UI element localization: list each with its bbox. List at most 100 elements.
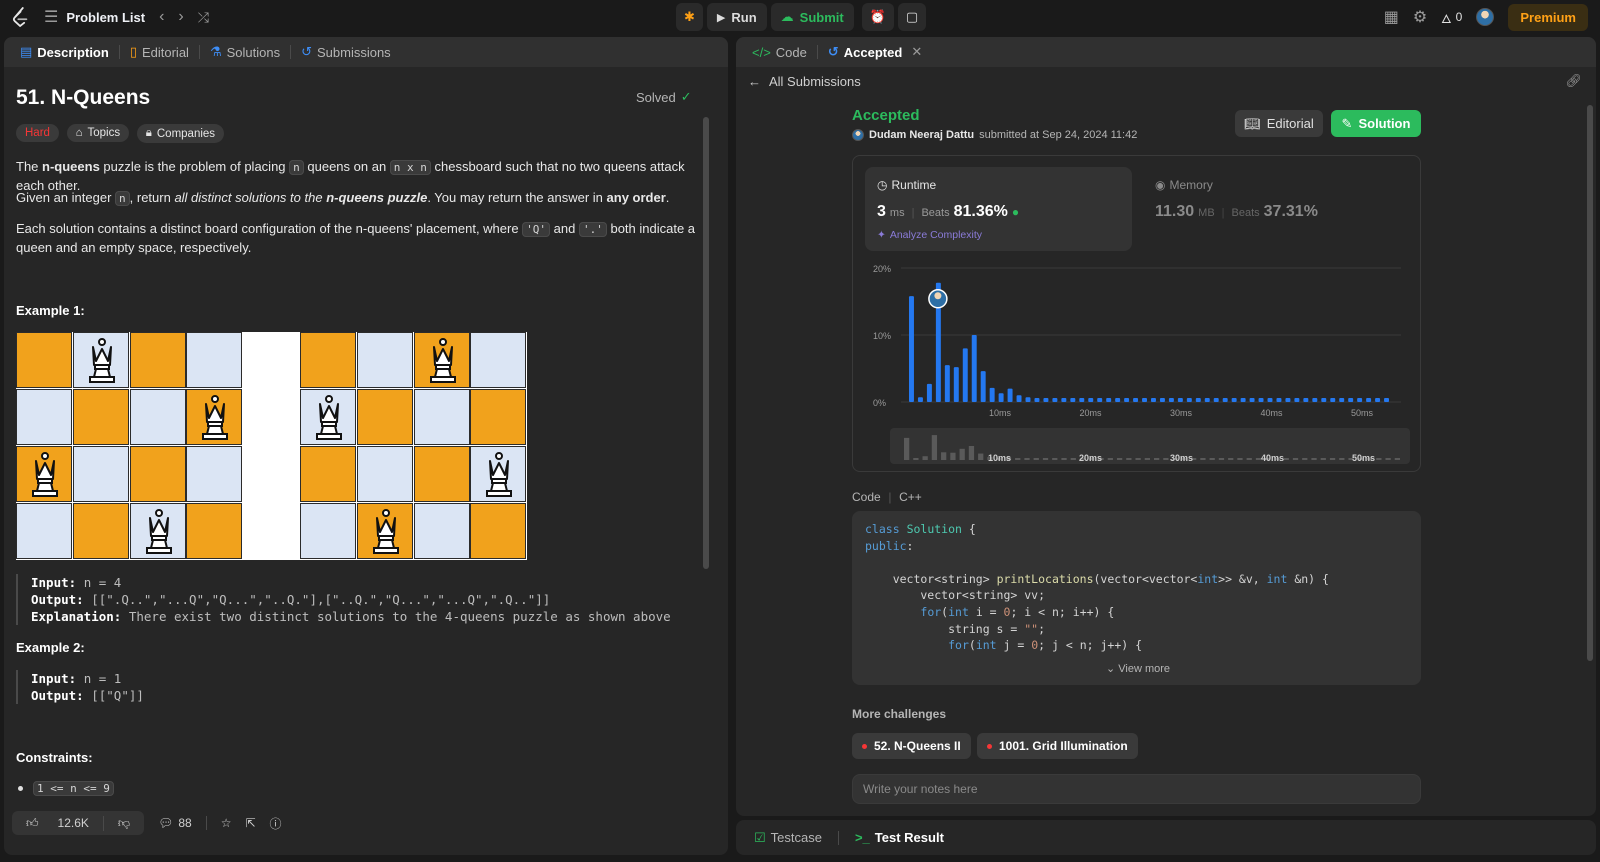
close-tab-icon[interactable]: ✕ [911, 44, 922, 60]
submit-button[interactable]: ☁ Submit [770, 3, 854, 31]
overview-bar [1200, 458, 1206, 460]
chart-bar [1285, 397, 1291, 402]
overview-bar [1339, 458, 1345, 460]
board-square [300, 503, 356, 559]
chart-bar [1375, 397, 1381, 402]
tag-row: Hard ⌂ Topics 🔒︎ Companies [16, 124, 228, 143]
constraint-1: 1 <= n <= 9 [33, 781, 114, 796]
share-icon[interactable]: ⇱ [245, 816, 255, 830]
tab-editorial[interactable]: ▯ Editorial [124, 44, 195, 60]
tab-testcase[interactable]: ☑ Testcase [748, 830, 828, 846]
lock-icon: 🔒︎ [145, 127, 152, 139]
list-icon: ☰ [44, 9, 59, 26]
board-square [413, 503, 470, 559]
all-submissions-link[interactable]: ← All Submissions 🔗︎ [736, 67, 1596, 95]
tab-code[interactable]: </> Code [746, 45, 813, 60]
submitter-name[interactable]: Dudam Neeraj Dattu [869, 129, 974, 141]
layout-grid-icon[interactable]: ▦ [1384, 7, 1399, 27]
challenge-chip-2[interactable]: 1001. Grid Illumination [977, 733, 1138, 759]
tab-accepted[interactable]: ↺ Accepted ✕ [822, 44, 928, 60]
board-square [470, 389, 527, 445]
challenge-chip-1[interactable]: 52. N-Queens II [852, 733, 971, 759]
console-tab-bar: ☑ Testcase >_ Test Result [736, 820, 1596, 855]
problem-list-link[interactable]: ☰ Problem List [44, 7, 145, 27]
note-button[interactable]: ▢ [897, 3, 927, 31]
view-more-button[interactable]: ⌄ View more [1106, 662, 1170, 675]
overview-bar [1302, 458, 1308, 460]
x-tick-label: 50ms [1351, 408, 1374, 418]
chart-bar [1186, 397, 1192, 402]
shuffle-icon[interactable]: ⤮ [198, 9, 209, 26]
board-square [16, 503, 72, 559]
runtime-box[interactable]: ◷ Runtime 3 ms | Beats 81.36% ● ✦ Analyz… [865, 167, 1132, 251]
y-tick-label: 20% [873, 264, 891, 274]
tab-description[interactable]: ▤ Description [14, 44, 115, 60]
overview-bar [1237, 458, 1243, 460]
tab-test-result[interactable]: >_ Test Result [849, 830, 950, 845]
notes-input[interactable]: Write your notes here [852, 774, 1421, 804]
solution-button-label: Solution [1358, 116, 1411, 131]
leetcode-logo-icon[interactable] [12, 7, 30, 27]
runtime-stats: 3 ms | Beats 81.36% ● [877, 203, 1020, 220]
overview-bar [1144, 458, 1150, 460]
companies-label: Companies [156, 127, 216, 140]
y-tick-label: 10% [873, 331, 891, 341]
next-problem-icon[interactable]: › [178, 8, 183, 26]
overview-bar [1024, 458, 1030, 460]
companies-chip[interactable]: 🔒︎ Companies [136, 124, 225, 143]
left-scrollbar-thumb[interactable] [703, 117, 709, 569]
topics-chip[interactable]: ⌂ Topics [66, 124, 130, 142]
board-square [356, 503, 413, 559]
tab-solutions[interactable]: ⚗ Solutions [204, 44, 286, 60]
submitted-code[interactable]: class Solution { public: vector<string> … [852, 511, 1421, 685]
board-square [129, 503, 186, 559]
streak-counter[interactable]: 🜂 0 [1441, 5, 1462, 30]
problem-title[interactable]: 51. N-Queens [16, 86, 150, 110]
overview-bar [1126, 458, 1132, 460]
link-icon[interactable]: 🔗︎ [1565, 73, 1582, 89]
run-button[interactable]: ▶ Run [706, 3, 767, 31]
queen-icon [372, 509, 399, 554]
left-tab-bar: ▤ Description ▯ Editorial ⚗ Solutions ↺ … [4, 37, 728, 67]
prev-problem-icon[interactable]: ‹ [159, 8, 164, 26]
chart-bar [1097, 397, 1103, 402]
debugger-button[interactable]: ✱ [676, 3, 703, 31]
settings-gear-icon[interactable]: ⚙ [1413, 7, 1427, 27]
chart-bar [944, 365, 950, 402]
challenge-2-label: 1001. Grid Illumination [999, 739, 1128, 753]
chart-bar [1106, 397, 1112, 402]
example-2-title: Example 2: [16, 640, 85, 655]
analyze-complexity-link[interactable]: ✦ Analyze Complexity [877, 229, 982, 241]
tab-test-result-label: Test Result [874, 830, 944, 845]
right-scrollbar[interactable] [1586, 95, 1594, 811]
memory-box[interactable]: ◉ Memory 11.30 MB | Beats 37.31% [1143, 167, 1410, 251]
submission-status: Accepted [852, 107, 920, 124]
overview-tick-label: 30ms [1170, 453, 1193, 463]
premium-button[interactable]: Premium [1508, 3, 1588, 31]
board-square [300, 389, 356, 445]
tab-submissions[interactable]: ↺ Submissions [295, 44, 397, 60]
topics-label: Topics [87, 127, 121, 139]
comments-button[interactable]: 💬︎ 88 [158, 816, 192, 830]
board-square [129, 332, 186, 388]
code-header: Code | C++ [852, 490, 922, 504]
star-icon[interactable]: ☆ [221, 816, 232, 830]
user-avatar[interactable] [1476, 8, 1495, 26]
board-square [72, 446, 129, 502]
editorial-button[interactable]: 📖︎ Editorial [1235, 110, 1323, 137]
like-button[interactable]: 👍︎ 12.6K [12, 816, 103, 831]
right-scrollbar-thumb[interactable] [1587, 105, 1593, 661]
queen-icon [486, 452, 513, 497]
timer-button[interactable]: ⏰ [861, 3, 894, 31]
left-scrollbar[interactable] [702, 105, 710, 841]
board-square [413, 389, 470, 445]
x-tick-label: 30ms [1170, 408, 1193, 418]
overview-tick-label: 20ms [1079, 453, 1102, 463]
book-icon: ▯ [129, 44, 137, 59]
tab-description-label: Description [37, 44, 109, 60]
board-square [470, 503, 527, 559]
runtime-overview-slider[interactable]: 10ms 20ms 30ms 40ms 50ms [890, 428, 1410, 464]
help-icon[interactable]: ⓘ [270, 815, 282, 832]
dislike-button[interactable]: 👎︎ [102, 815, 144, 831]
solution-button[interactable]: ✎ Solution [1331, 110, 1421, 137]
